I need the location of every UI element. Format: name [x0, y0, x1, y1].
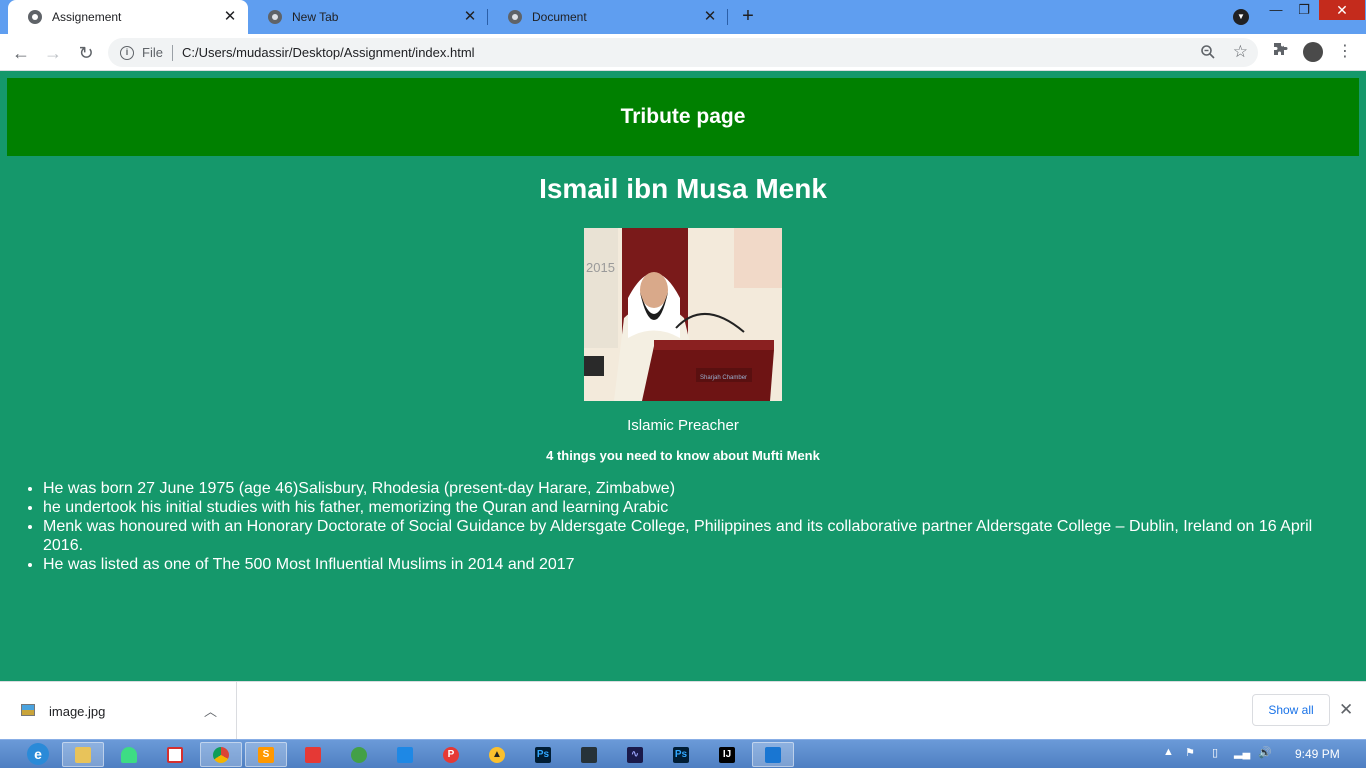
image-file-icon — [21, 704, 35, 716]
address-scheme: File — [142, 45, 163, 60]
screen-app-taskbar-button[interactable] — [568, 742, 610, 767]
intellij-taskbar-button[interactable]: IJ — [706, 742, 748, 767]
menu-icon[interactable]: ⋮ — [1335, 42, 1355, 62]
zoom-icon[interactable] — [1200, 44, 1216, 60]
close-download-bar-icon[interactable]: ✕ — [1339, 700, 1353, 720]
windows-taskbar: e S P ▲ Ps ∿ Ps IJ ▲ ⚑ ▯ ▂▄ 🔊 9:49 PM — [0, 739, 1366, 768]
svg-text:Sharjah Chamber: Sharjah Chamber — [700, 375, 747, 381]
list-item: he undertook his initial studies with hi… — [43, 498, 1343, 517]
store-taskbar-button[interactable] — [384, 742, 426, 767]
download-file-name: image.jpg — [49, 704, 106, 719]
forward-icon[interactable]: → — [40, 40, 66, 66]
tab-document[interactable]: Document ✕ — [488, 0, 728, 34]
facts-list: He was born 27 June 1975 (age 46)Salisbu… — [43, 479, 1343, 574]
android-icon — [121, 746, 137, 763]
facts-heading: 4 things you need to know about Mufti Me… — [546, 448, 820, 463]
intellij-icon: IJ — [719, 746, 735, 763]
list-item: He was born 27 June 1975 (age 46)Salisbu… — [43, 479, 1343, 498]
tab-search-icon[interactable]: ▼ — [1233, 9, 1249, 25]
new-tab-icon[interactable]: + — [737, 6, 759, 28]
tray-expand-icon[interactable]: ▲ — [1163, 746, 1174, 758]
tab-new-tab[interactable]: New Tab ✕ — [248, 0, 488, 34]
triangle-app-icon: ▲ — [489, 746, 505, 763]
download-bar: image.jpg ︿ Show all ✕ — [0, 681, 1366, 740]
svg-text:2015: 2015 — [586, 260, 615, 275]
address-bar[interactable]: i File C:/Users/mudassir/Desktop/Assignm… — [108, 38, 1258, 67]
sublime-icon: S — [258, 746, 274, 763]
address-url[interactable]: C:/Users/mudassir/Desktop/Assignment/ind… — [182, 45, 475, 60]
tab-separator — [727, 9, 728, 25]
globe-icon — [508, 10, 522, 24]
photoshop-taskbar-button[interactable]: Ps — [522, 742, 564, 767]
back-icon[interactable]: ← — [8, 40, 34, 66]
volume-icon[interactable]: 🔊 — [1258, 746, 1272, 759]
bluetooth-app-taskbar-button[interactable] — [752, 742, 794, 767]
preacher-photo: 2015 Sharjah Chamber — [584, 228, 782, 401]
tab-assignement[interactable]: Assignement ✕ — [8, 0, 248, 34]
extensions-icon[interactable] — [1270, 42, 1290, 62]
list-item: Menk was honoured with an Honorary Docto… — [43, 517, 1343, 555]
restore-icon[interactable]: ❐ — [1290, 0, 1318, 20]
bluetooth-app-icon — [765, 746, 781, 763]
page-header: Tribute page — [7, 78, 1359, 156]
bookmark-star-icon[interactable]: ☆ — [1233, 43, 1248, 61]
page-body: Tribute page Ismail ibn Musa Menk 2015 S… — [0, 71, 1366, 681]
android-studio-taskbar-button[interactable] — [108, 742, 150, 767]
p-app-icon: P — [443, 746, 459, 763]
tab-title: New Tab — [292, 10, 339, 24]
flag-icon[interactable]: ⚑ — [1185, 746, 1195, 759]
globe-icon — [28, 10, 42, 24]
premiere-taskbar-button[interactable]: ∿ — [614, 742, 656, 767]
list-item: He was listed as one of The 500 Most Inf… — [43, 555, 1343, 574]
battery-icon[interactable]: ▯ — [1212, 746, 1218, 759]
info-icon[interactable]: i — [120, 45, 134, 60]
close-tab-icon[interactable]: ✕ — [462, 9, 478, 25]
image-caption: Islamic Preacher — [627, 417, 739, 434]
chrome-icon — [213, 746, 229, 763]
shield-icon — [305, 746, 321, 763]
sublime-taskbar-button[interactable]: S — [245, 742, 287, 767]
show-all-button[interactable]: Show all — [1252, 694, 1330, 726]
profile-avatar[interactable] — [1303, 42, 1323, 62]
clock[interactable]: 9:49 PM — [1295, 747, 1340, 761]
photoshop2-taskbar-button[interactable]: Ps — [660, 742, 702, 767]
download-item[interactable]: image.jpg ︿ — [0, 682, 237, 740]
network-icon[interactable]: ▂▄ — [1234, 746, 1250, 759]
tab-title: Document — [532, 10, 587, 24]
tab-strip: Assignement ✕ New Tab ✕ Document ✕ + ▼ —… — [0, 0, 1366, 34]
p-app-taskbar-button[interactable]: P — [430, 742, 472, 767]
globe-app-icon — [351, 746, 367, 763]
store-icon — [397, 746, 413, 763]
close-tab-icon[interactable]: ✕ — [222, 9, 238, 25]
acrobat-taskbar-button[interactable] — [154, 742, 196, 767]
close-window-icon[interactable]: ✕ — [1319, 0, 1365, 20]
close-tab-icon[interactable]: ✕ — [702, 9, 718, 25]
address-divider — [171, 44, 173, 61]
ie-icon[interactable]: e — [27, 743, 49, 765]
pdf-icon — [167, 746, 183, 763]
explorer-taskbar-button[interactable] — [62, 742, 104, 767]
header-title: Tribute page — [620, 105, 746, 128]
monitor-icon — [581, 746, 597, 763]
globe-taskbar-button[interactable] — [338, 742, 380, 767]
chrome-icon — [268, 10, 282, 24]
page-title: Ismail ibn Musa Menk — [539, 173, 827, 204]
shield-taskbar-button[interactable] — [292, 742, 334, 767]
chevron-up-icon[interactable]: ︿ — [204, 701, 217, 720]
tab-title: Assignement — [52, 10, 122, 24]
minimize-icon[interactable]: — — [1262, 0, 1290, 20]
reload-icon[interactable]: ↻ — [73, 40, 99, 66]
wave-app-icon: ∿ — [627, 746, 643, 763]
photoshop-icon: Ps — [535, 746, 551, 763]
drive-taskbar-button[interactable]: ▲ — [476, 742, 518, 767]
browser-toolbar: ← → ↻ i File C:/Users/mudassir/Desktop/A… — [0, 34, 1366, 71]
folder-icon — [75, 746, 91, 763]
photoshop-icon: Ps — [673, 746, 689, 763]
chrome-taskbar-button[interactable] — [200, 742, 242, 767]
